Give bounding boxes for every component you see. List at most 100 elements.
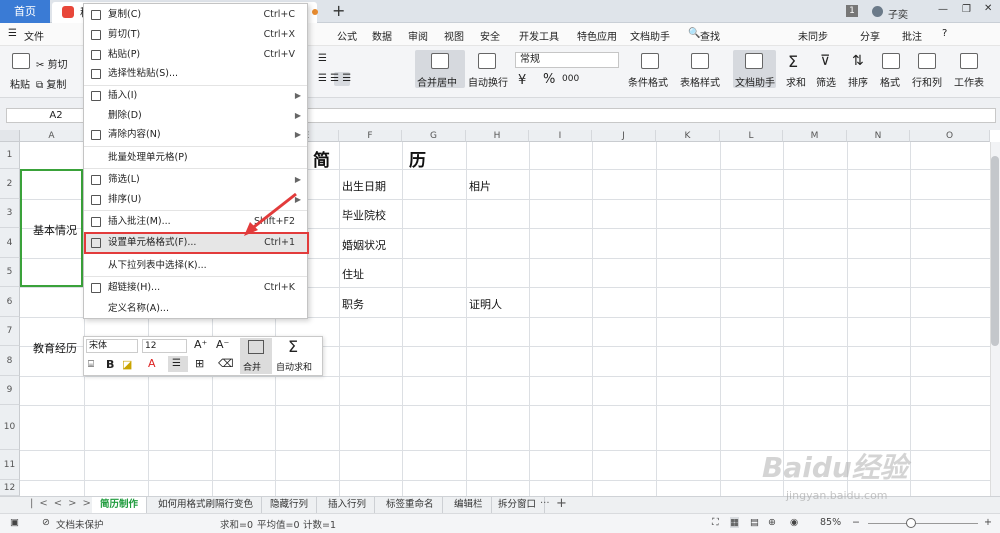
cell-f6[interactable]: 职务 [342, 296, 364, 312]
menu-formula[interactable]: 公式 [337, 28, 357, 43]
ctx-hyperlink[interactable]: 超链接(H)... Ctrl+K [84, 278, 307, 298]
mini-font-select[interactable]: 宋体 [86, 339, 138, 353]
ctx-insert[interactable]: 插入(I) ▶ [84, 86, 307, 106]
col-header-j[interactable]: J [592, 130, 656, 142]
col-header-h[interactable]: H [466, 130, 529, 142]
row-header-9[interactable]: 9 [0, 376, 20, 405]
row-header-3[interactable]: 3 [0, 199, 20, 228]
cell-f3[interactable]: 毕业院校 [342, 207, 386, 223]
rowcol-icon[interactable] [918, 53, 936, 69]
cut-button[interactable]: ✂ 剪切 [36, 56, 68, 71]
tab-home[interactable]: 首页 [0, 0, 50, 23]
layout-view-icon[interactable]: ⊕ [768, 517, 776, 528]
sort-icon[interactable]: ⇅ [852, 53, 864, 69]
search-icon[interactable]: 🔍 [688, 28, 700, 39]
user-name[interactable]: 子奕 [888, 6, 908, 21]
sheet-tab-rename[interactable]: 标签重命名 [378, 497, 443, 513]
avatar[interactable] [872, 6, 883, 17]
sheet-tab-format-painter[interactable]: 如何用格式刷隔行变色 [150, 497, 263, 513]
mini-size-select[interactable]: 12 [142, 339, 187, 353]
menu-comment[interactable]: 批注 [902, 28, 922, 43]
align-icons[interactable]: ☰ ☰ ☰ [318, 73, 351, 84]
protect-status[interactable]: 文档未保护 [56, 517, 104, 531]
menu-doc-assist[interactable]: 文档助手 [630, 28, 670, 43]
sheet-icon[interactable] [960, 53, 978, 69]
zoom-slider-knob[interactable] [906, 518, 916, 528]
cell-f2[interactable]: 出生日期 [342, 178, 386, 194]
row-header-12[interactable]: 12 [0, 480, 20, 496]
sum-button[interactable]: 求和 [786, 74, 806, 89]
autosum-icon[interactable]: Σ [288, 337, 298, 356]
wrap-icon[interactable] [478, 53, 496, 69]
ctx-dropdown-pick[interactable]: 从下拉列表中选择(K)... [84, 256, 307, 276]
font-grow-icon[interactable]: A⁺ [194, 338, 207, 351]
sheet-tab-resume[interactable]: 简历制作 [92, 497, 148, 513]
col-header-m[interactable]: M [783, 130, 847, 142]
ctx-define-name[interactable]: 定义名称(A)... [84, 299, 307, 319]
clear-format-icon[interactable]: ⌫ [218, 357, 234, 370]
format-button[interactable]: 格式 [880, 74, 900, 89]
font-color-icon[interactable]: A [148, 357, 156, 370]
wrap-button[interactable]: 自动换行 [468, 74, 508, 89]
more-sheets-icon[interactable]: ··· [540, 498, 550, 509]
format-icon[interactable] [882, 53, 900, 69]
sheet-button[interactable]: 工作表 [954, 74, 984, 89]
row-header-2[interactable]: 2 [0, 169, 20, 199]
cell-f4[interactable]: 婚姻状况 [342, 237, 386, 253]
col-header-f[interactable]: F [339, 130, 402, 142]
select-all-corner[interactable] [0, 130, 20, 142]
zoom-level[interactable]: 85% [820, 517, 841, 528]
col-header-a[interactable]: A [20, 130, 84, 142]
new-tab-button[interactable]: + [332, 1, 345, 20]
bold-icon[interactable]: B [106, 358, 114, 371]
menu-share[interactable]: 分享 [860, 28, 880, 43]
page-view-icon[interactable]: ▤ [750, 517, 759, 528]
row-header-4[interactable]: 4 [0, 228, 20, 258]
ctx-filter[interactable]: 筛选(L) ▶ [84, 170, 307, 190]
close-icon[interactable]: ✕ [984, 3, 992, 14]
number-format-select[interactable]: 常规 [515, 52, 619, 68]
ctx-cut[interactable]: 剪切(T) Ctrl+X [84, 25, 307, 45]
format-painter-icon[interactable]: ⌸ [88, 359, 94, 370]
row-header-11[interactable]: 11 [0, 450, 20, 480]
ctx-copy[interactable]: 复制(C) Ctrl+C [84, 5, 307, 25]
cell-h6[interactable]: 证明人 [469, 296, 502, 312]
col-header-n[interactable]: N [847, 130, 910, 142]
paste-button[interactable]: 粘贴 [10, 76, 30, 91]
formula-input[interactable] [200, 108, 996, 123]
paste-icon[interactable] [12, 53, 30, 69]
filter-button[interactable]: 筛选 [816, 74, 836, 89]
row-header-7[interactable]: 7 [0, 317, 20, 346]
percent-button[interactable]: % [543, 72, 555, 87]
scrollbar-thumb[interactable] [991, 156, 999, 346]
normal-view-icon[interactable]: ⛶ [712, 517, 719, 528]
copy-button[interactable]: ⧉ 复制 [36, 76, 66, 91]
cell-f5[interactable]: 住址 [342, 266, 364, 282]
grid-view-icon[interactable]: ▦ [730, 517, 739, 528]
page-badge[interactable]: 1 [846, 5, 858, 17]
menu-review[interactable]: 审阅 [408, 28, 428, 43]
sheet-tab-hide[interactable]: 隐藏行列 [262, 497, 318, 513]
menu-security[interactable]: 安全 [480, 28, 500, 43]
row-header-10[interactable]: 10 [0, 405, 20, 450]
col-header-k[interactable]: K [656, 130, 720, 142]
ctx-delete[interactable]: 删除(D) ▶ [84, 106, 307, 126]
restore-icon[interactable]: ❐ [962, 4, 971, 15]
align-left-icon[interactable]: ☰ [318, 53, 327, 64]
cell-h2[interactable]: 相片 [469, 178, 491, 194]
row-header-5[interactable]: 5 [0, 258, 20, 287]
thousand-sep-button[interactable]: 000 [562, 74, 579, 84]
row-header-6[interactable]: 6 [0, 287, 20, 317]
sum-icon[interactable]: Σ [788, 52, 798, 71]
mini-autosum-label[interactable]: 自动求和 [276, 360, 312, 373]
menu-data[interactable]: 数据 [372, 28, 392, 43]
col-header-o[interactable]: O [910, 130, 990, 142]
ctx-paste-special[interactable]: 选择性粘贴(S)... [84, 64, 307, 84]
menu-search[interactable]: 查找 [700, 28, 720, 43]
rowcol-button[interactable]: 行和列 [912, 74, 942, 89]
ctx-paste[interactable]: 粘贴(P) Ctrl+V [84, 45, 307, 65]
sheet-tab-split[interactable]: 拆分窗口 [490, 497, 546, 513]
font-shrink-icon[interactable]: A⁻ [216, 338, 229, 351]
menu-view[interactable]: 视图 [444, 28, 464, 43]
ctx-batch[interactable]: 批量处理单元格(P) [84, 148, 307, 168]
